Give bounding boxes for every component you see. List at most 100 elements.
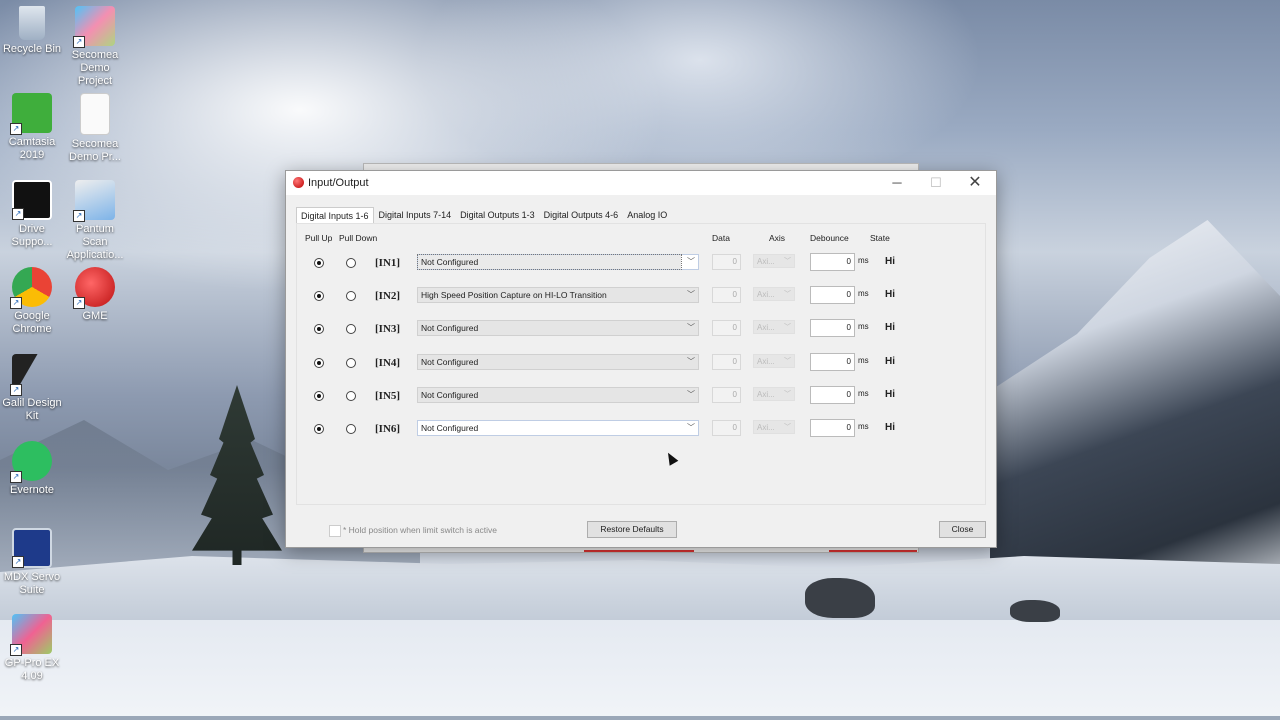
desktop-icon-pantum-scan[interactable]: ↗ Pantum Scan Applicatio... xyxy=(63,180,127,262)
state-indicator: Hi xyxy=(885,389,895,400)
desktop-icon-label: Galil Design Kit xyxy=(2,397,62,422)
pull-down-radio[interactable] xyxy=(346,324,356,334)
function-select[interactable]: Not Configured ﹀ xyxy=(417,420,699,436)
chevron-down-icon: ﹀ xyxy=(784,291,791,298)
function-select-value: Not Configured xyxy=(417,254,682,270)
shortcut-arrow-icon: ↗ xyxy=(10,471,22,483)
pull-up-radio[interactable] xyxy=(314,391,324,401)
desktop-icon-galil[interactable]: ↗ Galil Design Kit xyxy=(0,354,64,423)
debounce-input[interactable]: 0 xyxy=(810,353,855,371)
input-output-dialog[interactable]: Input/Output ─ ☐ ✕ Digital Inputs 1-6 Di… xyxy=(285,170,997,548)
tab-digital-outputs-1-3[interactable]: Digital Outputs 1-3 xyxy=(456,207,539,223)
function-select-value: Not Configured xyxy=(421,423,479,433)
tab-analog-io[interactable]: Analog IO xyxy=(623,207,671,223)
debounce-input[interactable]: 0 xyxy=(810,419,855,437)
pull-up-radio[interactable] xyxy=(314,424,324,434)
desktop-icon-label: Secomea Demo Pr... xyxy=(69,138,121,163)
debounce-input[interactable]: 0 xyxy=(810,319,855,337)
function-select[interactable]: Not Configured ﹀ xyxy=(417,320,699,336)
axis-select: Axi... ﹀ xyxy=(753,287,795,301)
header-state: State xyxy=(870,233,890,243)
state-indicator: Hi xyxy=(885,356,895,367)
mdx-servo-icon: ↗ xyxy=(12,528,52,568)
tab-digital-inputs-7-14[interactable]: Digital Inputs 7-14 xyxy=(375,207,456,223)
evernote-icon: ↗ xyxy=(10,441,52,483)
chevron-down-icon: ﹀ xyxy=(687,257,695,266)
taskbar-edge xyxy=(0,716,1280,720)
shortcut-arrow-icon: ↗ xyxy=(73,210,85,222)
desktop-icon-secomea-demo[interactable]: Secomea Demo Pr... xyxy=(63,93,127,164)
state-indicator: Hi xyxy=(885,322,895,333)
background-window-accent xyxy=(584,550,694,552)
data-field: 0 xyxy=(712,287,741,303)
desktop-icon-recycle-bin[interactable]: Recycle Bin xyxy=(0,6,64,56)
chevron-down-icon: ﹀ xyxy=(784,358,791,365)
function-select[interactable]: Not Configured ﹀ xyxy=(417,354,699,370)
shortcut-arrow-icon: ↗ xyxy=(10,297,22,309)
shortcut-arrow-icon: ↗ xyxy=(73,297,85,309)
desktop-icon-camtasia[interactable]: ↗ Camtasia 2019 xyxy=(0,93,64,162)
input-row-in2: [IN2] High Speed Position Capture on HI-… xyxy=(286,286,986,307)
desktop-icon-label: Pantum Scan Applicatio... xyxy=(66,223,124,261)
chevron-down-icon: ﹀ xyxy=(687,290,695,299)
close-window-button[interactable]: ✕ xyxy=(956,171,994,195)
desktop-icon-drive-support[interactable]: ↗ Drive Suppo... xyxy=(0,180,64,249)
pull-down-radio[interactable] xyxy=(346,258,356,268)
hold-position-checkbox[interactable] xyxy=(329,525,341,537)
app-icon xyxy=(293,177,304,188)
chevron-down-icon: ﹀ xyxy=(784,391,791,398)
desktop-icon-chrome[interactable]: ↗ Google Chrome xyxy=(0,267,64,336)
pull-down-radio[interactable] xyxy=(346,291,356,301)
axis-select: Axi... ﹀ xyxy=(753,387,795,401)
desktop-icon-label: Secomea Demo Project xyxy=(71,49,119,87)
pull-down-radio[interactable] xyxy=(346,391,356,401)
dialog-titlebar[interactable]: Input/Output ─ ☐ ✕ xyxy=(286,171,996,195)
wallpaper-mountain-right xyxy=(990,220,1280,600)
desktop-icon-mdx-servo[interactable]: ↗ MDX Servo Suite xyxy=(0,528,64,597)
desktop-icon-label: Drive Suppo... xyxy=(11,223,53,248)
input-label: [IN3] xyxy=(375,323,401,335)
desktop-icon-gme[interactable]: ↗ GME xyxy=(63,267,127,323)
hold-position-label: * Hold position when limit switch is act… xyxy=(343,525,498,535)
pull-down-radio[interactable] xyxy=(346,424,356,434)
tab-strip: Digital Inputs 1-6 Digital Inputs 7-14 D… xyxy=(296,207,672,224)
data-field: 0 xyxy=(712,320,741,336)
desktop-icon-evernote[interactable]: ↗ Evernote xyxy=(0,441,64,497)
chevron-down-icon: ﹀ xyxy=(784,424,791,431)
desktop-icon-secomea-project[interactable]: ↗ Secomea Demo Project xyxy=(63,6,127,88)
debounce-input[interactable]: 0 xyxy=(810,253,855,271)
close-button[interactable]: Close xyxy=(939,521,986,538)
debounce-unit: ms xyxy=(858,356,869,365)
axis-select: Axi... ﹀ xyxy=(753,320,795,334)
header-debounce: Debounce xyxy=(810,233,849,243)
pull-up-radio[interactable] xyxy=(314,324,324,334)
pull-up-radio[interactable] xyxy=(314,258,324,268)
function-select[interactable]: Not Configured ﹀ xyxy=(417,254,699,270)
axis-select: Axi... ﹀ xyxy=(753,354,795,368)
input-row-in4: [IN4] Not Configured ﹀ 0 Axi... ﹀ 0 ms Hi xyxy=(286,353,986,374)
data-field: 0 xyxy=(712,354,741,370)
maximize-button[interactable]: ☐ xyxy=(917,171,955,195)
axis-select-value: Axi... xyxy=(757,390,775,399)
pull-down-radio[interactable] xyxy=(346,358,356,368)
restore-defaults-button[interactable]: Restore Defaults xyxy=(587,521,677,538)
debounce-input[interactable]: 0 xyxy=(810,386,855,404)
background-window-accent xyxy=(829,550,917,552)
chevron-down-icon: ﹀ xyxy=(687,357,695,366)
minimize-button[interactable]: ─ xyxy=(878,171,916,195)
tab-digital-outputs-4-6[interactable]: Digital Outputs 4-6 xyxy=(540,207,623,223)
desktop-icon-label: Camtasia 2019 xyxy=(8,136,56,161)
drive-support-icon: ↗ xyxy=(12,180,52,220)
axis-select-value: Axi... xyxy=(757,257,775,266)
input-label: [IN4] xyxy=(375,357,401,369)
pull-up-radio[interactable] xyxy=(314,358,324,368)
desktop-icon-gp-pro[interactable]: ↗ GP-Pro EX 4.09 xyxy=(0,614,64,683)
function-select[interactable]: High Speed Position Capture on HI-LO Tra… xyxy=(417,287,699,303)
document-icon xyxy=(80,93,110,135)
debounce-input[interactable]: 0 xyxy=(810,286,855,304)
chevron-down-icon: ﹀ xyxy=(784,324,791,331)
pull-up-radio[interactable] xyxy=(314,291,324,301)
input-label: [IN5] xyxy=(375,390,401,402)
function-select[interactable]: Not Configured ﹀ xyxy=(417,387,699,403)
tab-digital-inputs-1-6[interactable]: Digital Inputs 1-6 xyxy=(296,207,374,224)
